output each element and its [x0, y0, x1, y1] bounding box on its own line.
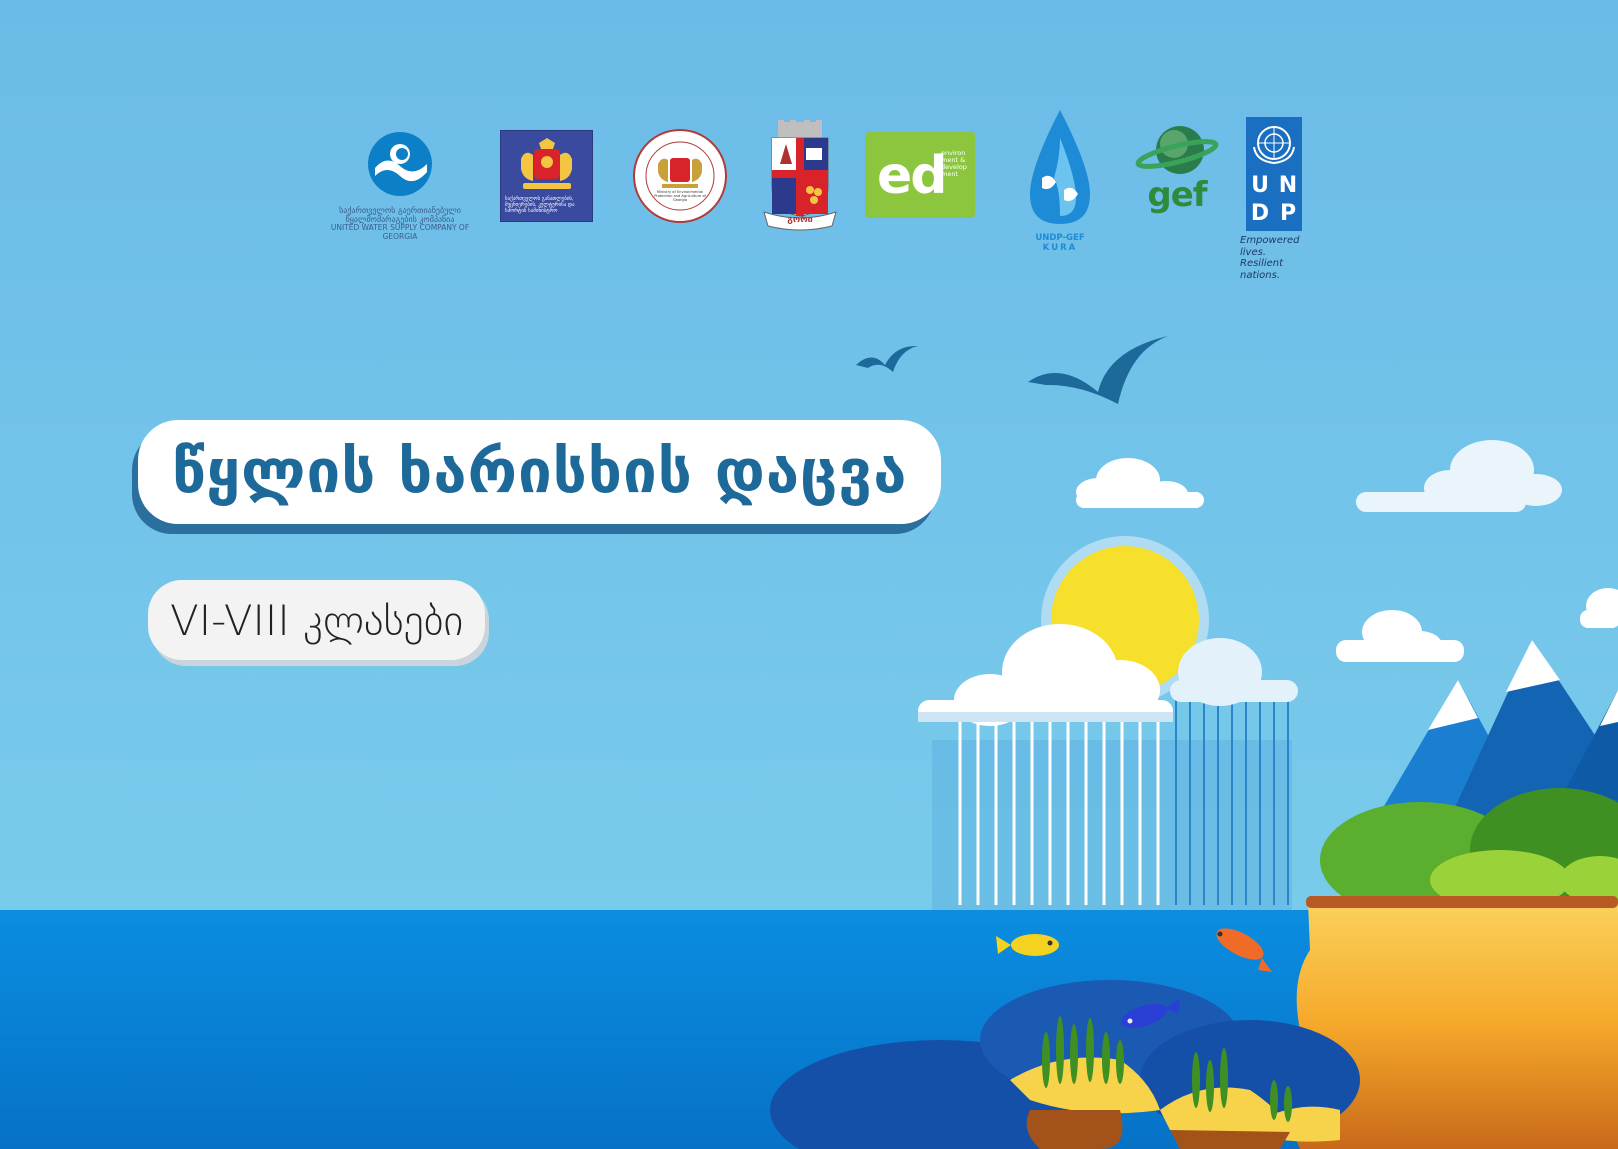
undp-tagline-2: Resilient nations. — [1240, 258, 1284, 281]
caption-ka-1: საქართველოს გაერთიანებული — [339, 206, 461, 215]
ed-side-text: environ ment & develop ment — [941, 149, 967, 179]
undp-letter-u: U — [1251, 173, 1269, 198]
grade-subtitle: VI-VIII კლასები — [170, 595, 464, 645]
globe-icon — [1135, 126, 1219, 174]
title-pill: წყლის ხარისხის დაცვა — [138, 420, 942, 524]
city-emblem-logo: გორი — [760, 120, 840, 232]
water-drop-icon — [1030, 110, 1090, 224]
caption-en: UNITED WATER SUPPLY COMPANY OF GEORGIA — [330, 223, 470, 241]
undp-tagline-1: Empowered lives. — [1240, 235, 1300, 258]
ministry-caption: Ministry of Environmental Protection and… — [654, 190, 706, 203]
ed-text: ed — [877, 146, 947, 206]
page-title: წყლის ხარისხის დაცვა — [172, 437, 908, 507]
undp-letter-n: N — [1278, 173, 1298, 198]
water-company-logo: საქართველოს გაერთიანებული წყალმომარაგები… — [320, 128, 480, 242]
ed-logo: ed environ ment & develop ment — [865, 132, 975, 218]
un-emblem-icon — [1253, 126, 1295, 165]
kura-line2: KURA — [1042, 242, 1078, 253]
rain-area — [932, 740, 1292, 910]
undp-tagline: Empowered lives. Resilient nations. — [1240, 235, 1320, 281]
gef-logo: gef — [1134, 118, 1220, 218]
grade-badge: VI-VIII კლასები — [148, 580, 486, 660]
undp-letter-p: P — [1279, 201, 1297, 226]
undp-letter-d: D — [1250, 201, 1270, 226]
ministry-environment-logo: Ministry of Environmental Protection and… — [632, 128, 728, 224]
coat-of-arms-icon — [521, 138, 572, 189]
government-caption: საქართველოს განათლების, მეცნიერების, კულ… — [505, 196, 575, 214]
wave-g-icon — [368, 132, 432, 196]
city-ribbon-text: გორი — [787, 215, 813, 225]
cover-page: საქართველოს გაერთიანებული წყალმომარაგები… — [0, 0, 1618, 1149]
undp-gef-kura-logo: UNDP-GEF KURA — [1020, 108, 1100, 258]
government-logo: საქართველოს განათლების, მეცნიერების, კულ… — [500, 130, 593, 222]
gef-text: gef — [1147, 175, 1207, 215]
undp-logo: U N D P — [1246, 117, 1302, 231]
title-banner: წყლის ხარისხის დაცვა წყლის ხარისხის დაცვ… — [132, 420, 942, 534]
seal-icon — [633, 129, 727, 223]
